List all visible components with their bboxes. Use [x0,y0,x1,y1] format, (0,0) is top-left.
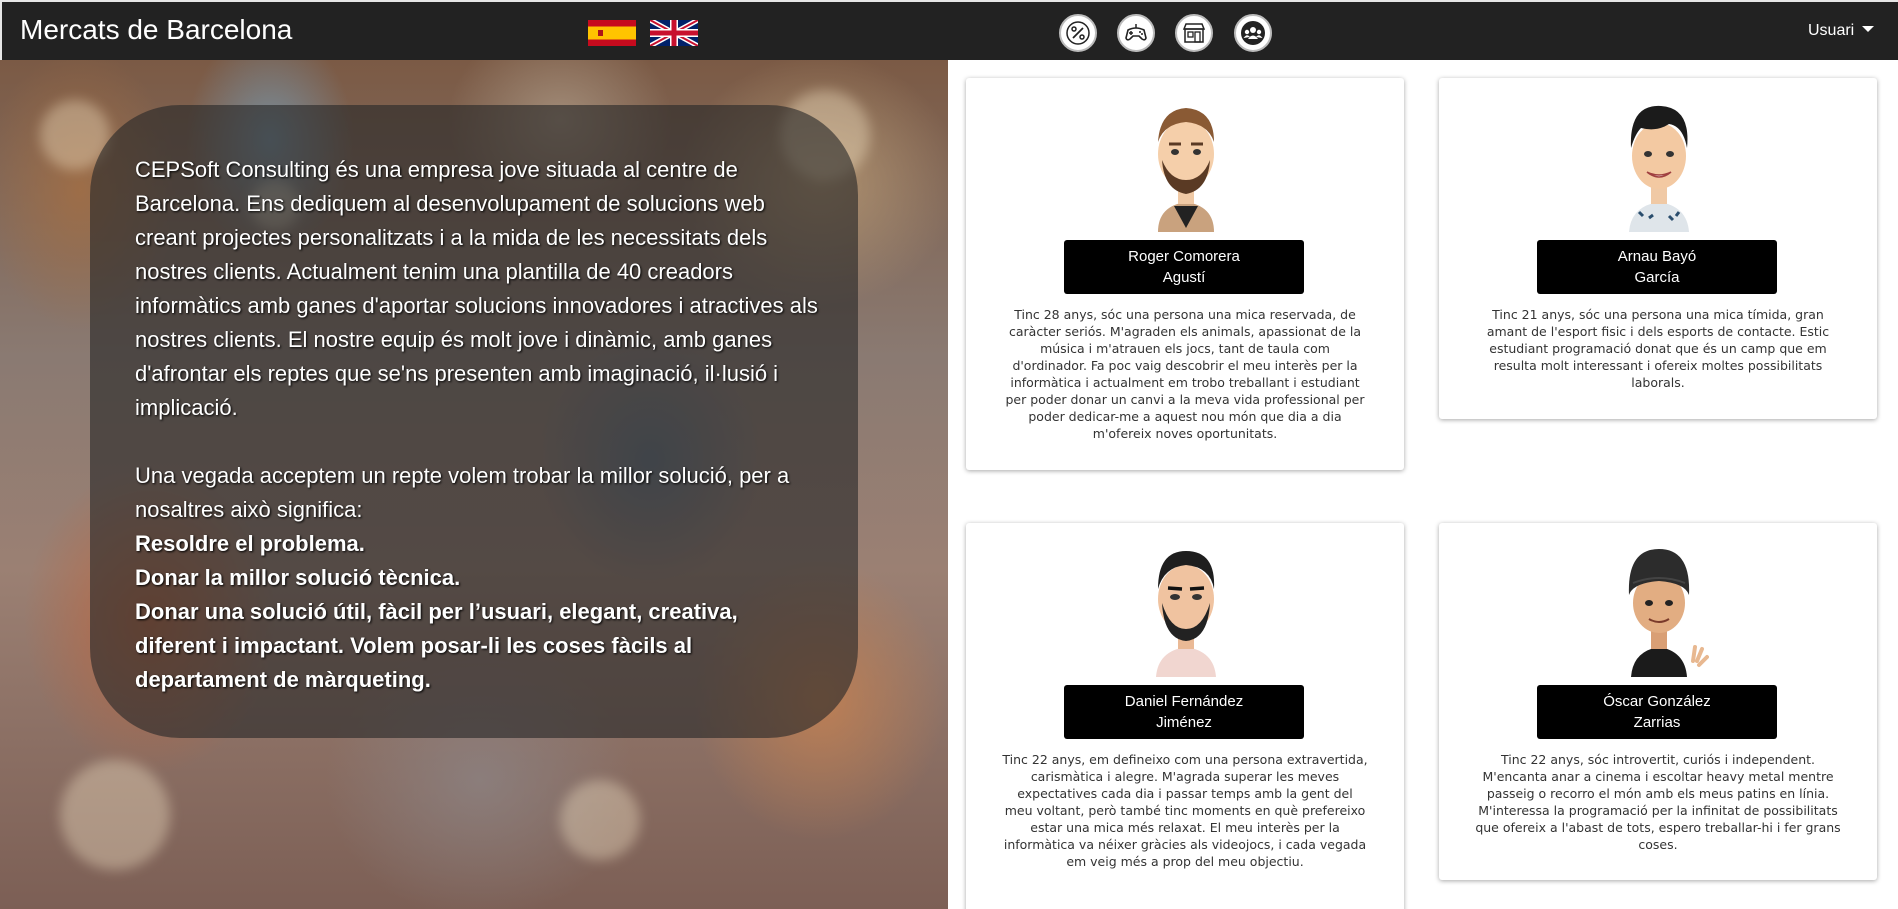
member-bio: Tinc 22 anys, em defineixo com una perso… [1002,752,1368,869]
member-bio: Tinc 21 anys, sóc una persona una mica t… [1486,307,1830,390]
market-stall-icon[interactable] [1175,14,1213,52]
team-member-card: Óscar González Zarrias Tinc 22 anys, sóc… [1439,523,1877,880]
bokeh-light [560,780,640,860]
member-name: Óscar González [1603,693,1711,710]
member-surname: Zarrias [1633,714,1681,731]
member-name: Daniel Fernández [1124,693,1244,710]
team-icon[interactable] [1234,14,1272,52]
percent-icon[interactable] [1059,14,1097,52]
member-name-box: Arnau Bayó García [1537,240,1777,294]
uk-flag-icon[interactable] [650,20,698,46]
member-name: Arnau Bayó [1617,248,1697,265]
member-name-box: Roger Comorera Agustí [1064,240,1304,294]
hero-section: CEPSoft Consulting és una empresa jove s… [0,60,948,909]
member-surname: Jiménez [1156,714,1212,731]
company-description-card: CEPSoft Consulting és una empresa jove s… [90,105,858,738]
chevron-down-icon [1862,26,1875,32]
member-name-box: Óscar González Zarrias [1537,685,1777,739]
values-intro-text: Una vegada acceptem un repte volem troba… [135,463,790,522]
avatar [1628,549,1709,677]
user-dropdown[interactable]: Usuari [1808,22,1875,40]
member-bio: Tinc 22 anys, sóc introvertit, curiós i … [1475,752,1841,852]
value-item: Resoldre el problema. [135,531,365,556]
bokeh-light [60,760,170,870]
member-surname: Agustí [1162,269,1206,286]
user-dropdown-label: Usuari [1808,22,1855,39]
company-intro-text: CEPSoft Consulting és una empresa jove s… [135,157,818,420]
member-surname: García [1634,269,1680,286]
spain-flag-icon[interactable] [588,20,636,46]
company-values: Una vegada acceptem un repte volem troba… [135,459,818,697]
member-name: Roger Comorera [1128,248,1240,265]
value-item: Donar la millor solució tècnica. [135,565,461,590]
team-member-card: Daniel Fernández Jiménez Tinc 22 anys, e… [966,523,1404,909]
avatar [1629,105,1689,232]
team-member-card: Arnau Bayó García Tinc 21 anys, sóc una … [1439,78,1877,419]
gamepad-icon[interactable] [1117,14,1155,52]
team-section: Roger Comorera Agustí Tinc 28 anys, sóc … [948,60,1898,909]
avatar [1158,108,1214,232]
value-item: Donar una solució útil, fàcil per l’usua… [135,599,738,692]
member-name-box: Daniel Fernández Jiménez [1064,685,1304,739]
brand-title[interactable]: Mercats de Barcelona [20,14,292,46]
team-member-card: Roger Comorera Agustí Tinc 28 anys, sóc … [966,78,1404,470]
member-bio: Tinc 28 anys, sóc una persona una mica r… [1005,307,1365,441]
avatar [1156,551,1216,677]
top-navbar: Mercats de Barcelona Usuari [0,0,1898,60]
